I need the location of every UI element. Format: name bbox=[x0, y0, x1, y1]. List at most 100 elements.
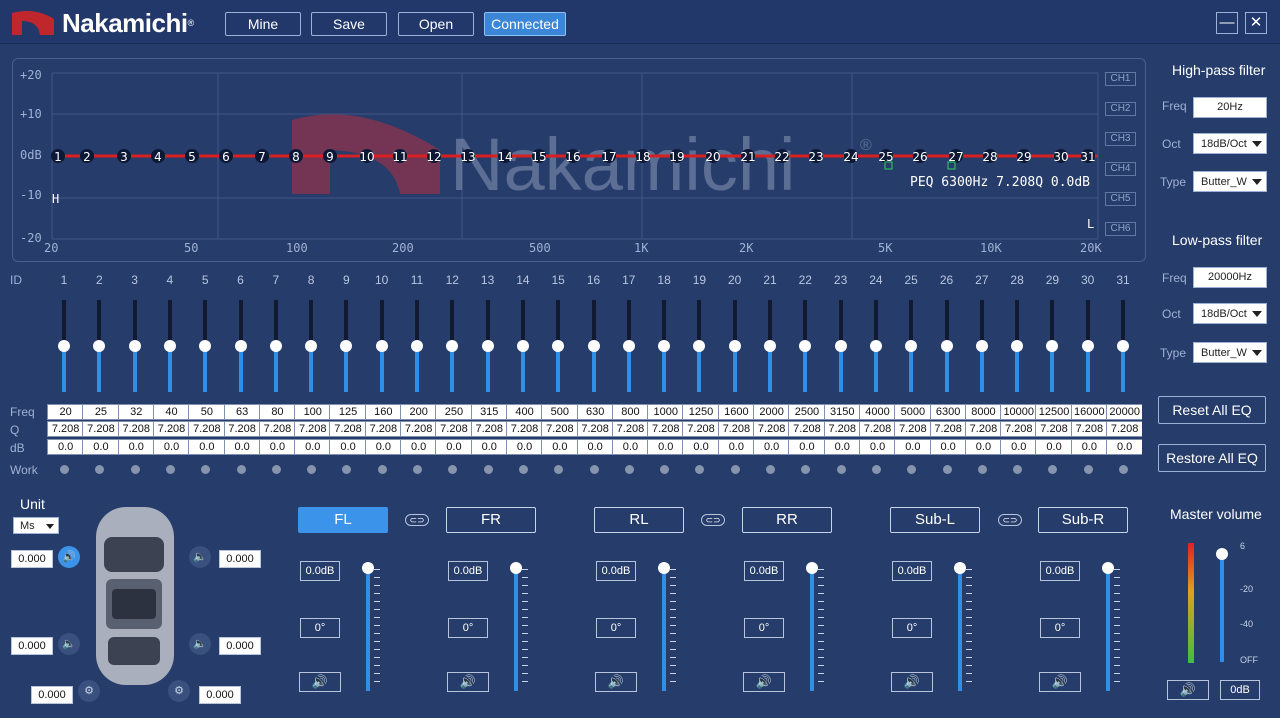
band-gain-knob[interactable] bbox=[411, 340, 423, 352]
band-q-cell[interactable]: 7.208 bbox=[82, 421, 119, 437]
band-db-cell[interactable]: 0.0 bbox=[647, 439, 684, 455]
band-gain-knob[interactable] bbox=[905, 340, 918, 352]
band-q-cell[interactable]: 7.208 bbox=[541, 421, 578, 437]
channel-gain-value[interactable]: 0.0dB bbox=[300, 561, 340, 581]
band-db-cell[interactable]: 0.0 bbox=[223, 439, 260, 455]
band-q-cell[interactable]: 7.208 bbox=[611, 421, 649, 437]
channel-tab-fr[interactable]: FR bbox=[446, 507, 536, 533]
band-freq-cell[interactable]: 40 bbox=[152, 404, 190, 420]
band-q-cell[interactable]: 7.208 bbox=[1035, 421, 1072, 437]
band-freq-cell[interactable]: 3150 bbox=[823, 404, 860, 420]
speaker-subr-icon[interactable]: ⚙ bbox=[168, 680, 190, 702]
link-fl-fr-icon[interactable]: ⊂⊃ bbox=[405, 514, 429, 526]
channel-volume-knob[interactable] bbox=[658, 562, 670, 574]
channel-phase-value[interactable]: 0° bbox=[1040, 618, 1080, 638]
speaker-subl-icon[interactable]: ⚙ bbox=[78, 680, 100, 702]
band-freq-cell[interactable]: 400 bbox=[505, 404, 543, 420]
band-freq-cell[interactable]: 5000 bbox=[894, 404, 931, 420]
channel-mute-button[interactable]: 🔊 bbox=[891, 672, 933, 692]
channel-volume-knob[interactable] bbox=[954, 562, 966, 574]
band-work-indicator[interactable] bbox=[448, 465, 458, 474]
band-work-indicator[interactable] bbox=[871, 465, 881, 474]
band-work-indicator[interactable] bbox=[413, 465, 422, 474]
band-work-indicator[interactable] bbox=[165, 465, 175, 474]
band-db-cell[interactable]: 0.0 bbox=[294, 439, 331, 455]
band-db-cell[interactable]: 0.0 bbox=[1035, 439, 1072, 455]
band-db-cell[interactable]: 0.0 bbox=[964, 439, 1002, 455]
channel-phase-value[interactable]: 0° bbox=[596, 618, 636, 638]
band-gain-knob[interactable] bbox=[199, 340, 212, 352]
band-gain-knob[interactable] bbox=[869, 340, 882, 352]
channel-tab-rl[interactable]: RL bbox=[594, 507, 684, 533]
band-q-cell[interactable]: 7.208 bbox=[117, 421, 154, 437]
band-db-cell[interactable]: 0.0 bbox=[611, 439, 649, 455]
band-q-cell[interactable]: 7.208 bbox=[1106, 421, 1143, 437]
speaker-rl-icon[interactable]: 🔈 bbox=[58, 633, 80, 655]
lpf-oct-select[interactable]: 18dB/Oct bbox=[1193, 303, 1267, 324]
band-q-cell[interactable]: 7.208 bbox=[964, 421, 1002, 437]
hpf-oct-select[interactable]: 18dB/Oct bbox=[1193, 133, 1267, 154]
band-work-indicator[interactable] bbox=[624, 465, 634, 474]
band-q-cell[interactable]: 7.208 bbox=[258, 421, 296, 437]
band-work-indicator[interactable] bbox=[518, 465, 528, 474]
delay-fl-input[interactable]: 0.000 bbox=[11, 550, 53, 568]
band-gain-knob[interactable] bbox=[340, 340, 353, 352]
band-q-cell[interactable]: 7.208 bbox=[929, 421, 966, 437]
band-work-indicator[interactable] bbox=[836, 465, 846, 474]
band-work-indicator[interactable] bbox=[730, 465, 740, 474]
channel-mute-button[interactable]: 🔊 bbox=[447, 672, 489, 692]
channel-tab-sub-l[interactable]: Sub-L bbox=[890, 507, 980, 533]
band-db-cell[interactable]: 0.0 bbox=[435, 439, 472, 455]
band-freq-cell[interactable]: 100 bbox=[294, 404, 331, 420]
band-work-indicator[interactable] bbox=[60, 465, 69, 474]
band-q-cell[interactable]: 7.208 bbox=[823, 421, 860, 437]
band-gain-knob[interactable] bbox=[552, 340, 565, 352]
band-q-cell[interactable]: 7.208 bbox=[364, 421, 401, 437]
band-gain-knob[interactable] bbox=[305, 340, 318, 352]
band-freq-cell[interactable]: 630 bbox=[576, 404, 613, 420]
band-freq-cell[interactable]: 4000 bbox=[858, 404, 896, 420]
ch4-button[interactable]: CH4 bbox=[1105, 162, 1136, 176]
band-gain-knob[interactable] bbox=[764, 340, 776, 352]
channel-gain-value[interactable]: 0.0dB bbox=[744, 561, 784, 581]
band-gain-knob[interactable] bbox=[658, 340, 671, 352]
band-freq-cell[interactable]: 20 bbox=[47, 404, 84, 420]
band-work-indicator[interactable] bbox=[483, 465, 493, 474]
channel-mute-button[interactable]: 🔊 bbox=[743, 672, 785, 692]
band-freq-cell[interactable]: 500 bbox=[541, 404, 578, 420]
master-volume-value[interactable]: 0dB bbox=[1220, 680, 1260, 700]
band-work-indicator[interactable] bbox=[271, 465, 281, 474]
band-gain-knob[interactable] bbox=[940, 340, 953, 352]
band-freq-cell[interactable]: 2500 bbox=[788, 404, 825, 420]
lpf-freq-input[interactable]: 20000Hz bbox=[1193, 267, 1267, 288]
band-db-cell[interactable]: 0.0 bbox=[470, 439, 507, 455]
band-freq-cell[interactable]: 25 bbox=[82, 404, 119, 420]
lpf-marker[interactable]: L bbox=[1087, 217, 1094, 231]
band-gain-knob[interactable] bbox=[163, 340, 176, 352]
band-freq-cell[interactable]: 20000 bbox=[1106, 404, 1143, 420]
delay-rl-input[interactable]: 0.000 bbox=[11, 637, 53, 655]
delay-rr-input[interactable]: 0.000 bbox=[219, 637, 261, 655]
channel-phase-value[interactable]: 0° bbox=[892, 618, 932, 638]
band-q-cell[interactable]: 7.208 bbox=[788, 421, 825, 437]
ch1-button[interactable]: CH1 bbox=[1105, 72, 1136, 86]
ch2-button[interactable]: CH2 bbox=[1105, 102, 1136, 116]
band-q-cell[interactable]: 7.208 bbox=[470, 421, 507, 437]
band-gain-knob[interactable] bbox=[269, 340, 282, 352]
band-q-cell[interactable]: 7.208 bbox=[400, 421, 437, 437]
band-work-indicator[interactable] bbox=[1048, 465, 1058, 474]
link-rl-rr-icon[interactable]: ⊂⊃ bbox=[701, 514, 725, 526]
master-slider-knob[interactable] bbox=[1216, 547, 1228, 560]
band-work-indicator[interactable] bbox=[377, 465, 387, 474]
lpf-type-select[interactable]: Butter_W bbox=[1193, 342, 1267, 363]
band-q-cell[interactable]: 7.208 bbox=[294, 421, 331, 437]
band-work-indicator[interactable] bbox=[660, 465, 670, 474]
channel-volume-knob[interactable] bbox=[510, 562, 522, 574]
band-gain-knob[interactable] bbox=[728, 340, 741, 352]
band-q-cell[interactable]: 7.208 bbox=[894, 421, 931, 437]
restore-all-eq-button[interactable]: Restore All EQ bbox=[1158, 444, 1266, 472]
band-db-cell[interactable]: 0.0 bbox=[1070, 439, 1107, 455]
band-freq-cell[interactable]: 32 bbox=[117, 404, 154, 420]
channel-mute-button[interactable]: 🔊 bbox=[299, 672, 341, 692]
hpf-marker[interactable]: H bbox=[52, 192, 59, 206]
